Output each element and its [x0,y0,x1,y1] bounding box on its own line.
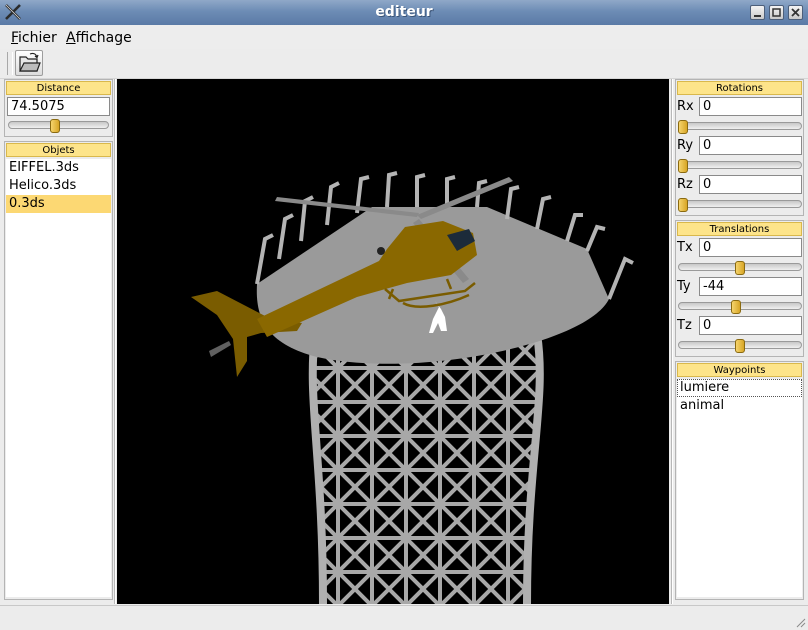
ry-label: Ry [677,138,694,153]
distance-panel: Distance 74.5075 [4,79,113,137]
waypoints-title: Waypoints [677,363,802,377]
waypoints-panel: Waypoints lumiere animal [675,361,804,600]
tx-slider[interactable] [678,261,802,275]
left-splitter[interactable] [114,79,116,604]
tx-input[interactable]: 0 [699,238,802,257]
status-bar [0,605,808,630]
menu-bar: Fichier Affichage [0,25,808,49]
objets-item-helico[interactable]: Helico.3ds [6,177,111,195]
objets-list[interactable]: EIFFEL.3ds Helico.3ds 0.3ds [6,159,111,597]
3d-viewport[interactable] [117,79,669,604]
ty-slider-knob[interactable] [731,300,742,314]
waypoints-item-animal[interactable]: animal [677,397,802,415]
tx-label: Tx [677,240,693,255]
close-icon [791,8,800,17]
minimize-icon [754,15,761,17]
toolbar-grip[interactable] [7,52,13,75]
scene-render [191,171,634,604]
distance-input[interactable]: 74.5075 [7,97,110,116]
title-bar[interactable]: editeur [0,0,808,25]
rz-label: Rz [677,177,693,192]
menu-affichage-mnemonic: A [66,30,76,46]
ry-slider[interactable] [678,159,802,173]
open-file-button[interactable] [15,50,43,76]
tx-slider-knob[interactable] [735,261,745,275]
ty-label: Ty [677,279,691,294]
tz-slider-knob[interactable] [735,339,745,353]
minimize-button[interactable] [750,5,765,20]
rz-slider-knob[interactable] [678,198,688,212]
right-splitter[interactable] [671,79,673,604]
ty-input[interactable]: -44 [699,277,802,296]
maximize-button[interactable] [769,5,784,20]
rx-slider[interactable] [678,120,802,134]
rx-slider-track [678,122,802,130]
ty-slider[interactable] [678,300,802,314]
ry-input[interactable]: 0 [699,136,802,155]
distance-slider[interactable] [8,119,109,133]
menu-fichier-label: ichier [18,30,57,46]
menu-affichage[interactable]: Affichage [66,30,132,46]
tower-body [312,334,541,604]
rx-slider-knob[interactable] [678,120,688,134]
translations-panel: Translations Tx 0 Ty -44 Tz 0 [675,220,804,357]
window-title: editeur [375,4,433,20]
ry-slider-knob[interactable] [678,159,688,173]
maximize-icon [772,8,781,17]
tz-input[interactable]: 0 [699,316,802,335]
waypoints-item-lumiere[interactable]: lumiere [677,379,802,397]
waypoints-list[interactable]: lumiere animal [677,379,802,597]
objets-title: Objets [6,143,111,157]
menu-affichage-label: ffichage [75,30,132,46]
rz-slider-track [678,200,802,208]
objets-item-eiffel[interactable]: EIFFEL.3ds [6,159,111,177]
close-button[interactable] [788,5,803,20]
menu-fichier-mnemonic: F [11,30,19,46]
tz-slider[interactable] [678,339,802,353]
rz-input[interactable]: 0 [699,175,802,194]
distance-slider-knob[interactable] [50,119,61,133]
objets-item-0[interactable]: 0.3ds [6,195,111,213]
resize-grip-icon[interactable] [794,616,806,628]
ry-slider-track [678,161,802,169]
rx-label: Rx [677,99,694,114]
tz-label: Tz [677,318,692,333]
menu-fichier[interactable]: Fichier [11,30,57,46]
rx-input[interactable]: 0 [699,97,802,116]
distance-title: Distance [6,81,111,95]
rotations-title: Rotations [677,81,802,95]
objets-panel: Objets EIFFEL.3ds Helico.3ds 0.3ds [4,141,113,600]
toolbar [0,49,808,79]
translations-title: Translations [677,222,802,236]
rotations-panel: Rotations Rx 0 Ry 0 Rz 0 [675,79,804,216]
rz-slider[interactable] [678,198,802,212]
folder-open-icon [19,52,41,72]
